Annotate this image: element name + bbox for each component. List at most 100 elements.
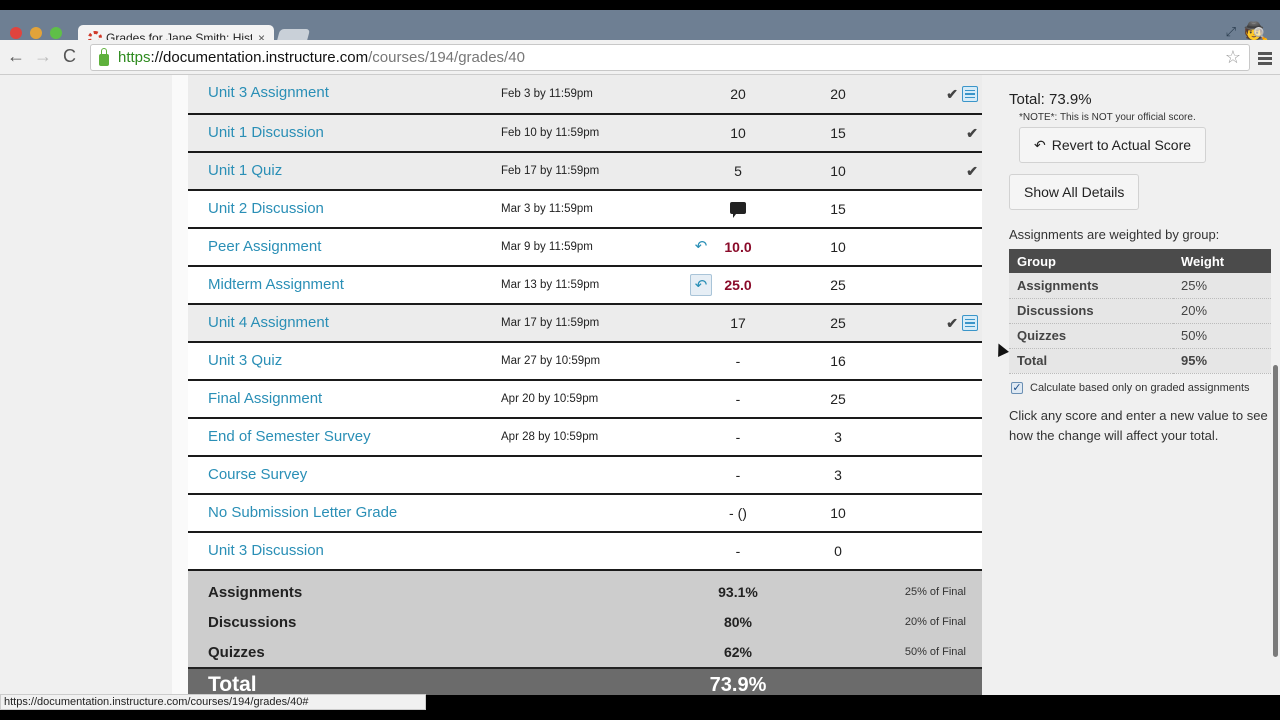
tab-strip: Grades for Jane Smith: Hist × ⤢ 🕵 xyxy=(0,10,1280,51)
grading-check-icon[interactable]: ✔ xyxy=(946,315,958,332)
close-window-button[interactable] xyxy=(10,27,22,39)
mouse-cursor xyxy=(993,341,1009,357)
score-cell[interactable]: 17 xyxy=(688,315,788,331)
assignment-row: Unit 2 Discussion Mar 3 by 11:59pm 15 xyxy=(188,191,982,229)
screen-bottom xyxy=(0,710,1280,720)
revert-icon: ↶ xyxy=(1034,136,1046,153)
grading-check-icon[interactable]: ✔ xyxy=(966,163,978,180)
back-icon[interactable]: ← xyxy=(7,46,25,67)
score-cell[interactable]: - () xyxy=(688,505,788,521)
grading-check-icon[interactable]: ✔ xyxy=(946,86,958,103)
total-label: Total xyxy=(208,673,257,695)
weight-value: 20% xyxy=(1173,298,1271,324)
weight-value: 25% xyxy=(1173,273,1271,299)
assignment-row: Unit 3 Assignment Feb 3 by 11:59pm 20 20 ✔ xyxy=(188,75,982,115)
weight-row: Discussions 20% xyxy=(1009,298,1271,324)
assignment-link[interactable]: Unit 1 Discussion xyxy=(208,124,324,141)
score-cell[interactable] xyxy=(688,201,788,218)
score-cell[interactable]: - xyxy=(688,543,788,559)
summary-group-percent: 93.1% xyxy=(718,584,758,600)
weight-row: Assignments 25% xyxy=(1009,273,1271,299)
grades-table: Unit 3 Assignment Feb 3 by 11:59pm 20 20 ✔ Un… xyxy=(188,75,982,695)
revert-button-label: Revert to Actual Score xyxy=(1051,137,1192,153)
calculate-graded-only-label: Calculate based only on graded assignmen… xyxy=(1030,381,1250,394)
points-possible: 25 xyxy=(830,277,846,293)
score-cell[interactable]: - xyxy=(688,429,788,445)
assignment-link[interactable]: Unit 1 Quiz xyxy=(208,162,282,179)
rubric-icon[interactable] xyxy=(962,315,978,331)
assignment-link[interactable]: Course Survey xyxy=(208,466,307,483)
due-date: Mar 17 by 11:59pm xyxy=(501,317,600,329)
points-possible: 3 xyxy=(834,429,842,445)
browser-toolbar: ← → C https://documentation.instructure.… xyxy=(0,40,1280,75)
address-bar[interactable]: https://documentation.instructure.com/co… xyxy=(90,44,1250,71)
what-if-sidebar: Total: 73.9% *NOTE*: This is NOT your of… xyxy=(1009,75,1271,446)
weight-total-row: Total 95% xyxy=(1009,348,1271,374)
assignment-link[interactable]: End of Semester Survey xyxy=(208,428,371,445)
points-possible: 16 xyxy=(830,353,846,369)
forward-icon[interactable]: → xyxy=(34,46,52,67)
weight-total-value: 95% xyxy=(1173,348,1271,374)
points-possible: 10 xyxy=(830,163,846,179)
weights-header-weight: Weight xyxy=(1173,249,1271,273)
due-date: Mar 27 by 10:59pm xyxy=(501,355,601,367)
score-cell[interactable]: - xyxy=(688,467,788,483)
calculate-graded-only-option[interactable]: ✓ Calculate based only on graded assignm… xyxy=(1011,381,1271,394)
url-path: /courses/194/grades/40 xyxy=(368,49,525,66)
weighted-label: Assignments are weighted by group: xyxy=(1009,227,1220,242)
score-cell[interactable]: 5 xyxy=(688,163,788,179)
grading-check-icon[interactable]: ✔ xyxy=(966,125,978,142)
assignment-row: No Submission Letter Grade - () 10 xyxy=(188,495,982,533)
due-date: Feb 10 by 11:59pm xyxy=(501,127,600,139)
assignment-link[interactable]: Unit 3 Assignment xyxy=(208,84,329,101)
assignment-link[interactable]: Unit 4 Assignment xyxy=(208,314,329,331)
sidebar-total: Total: 73.9% xyxy=(1009,91,1092,108)
rubric-icon[interactable] xyxy=(962,86,978,102)
bookmark-star-icon[interactable]: ☆ xyxy=(1225,47,1241,68)
weights-header-group: Group xyxy=(1009,249,1173,273)
scrollbar[interactable] xyxy=(1273,365,1278,657)
summary-group-name: Assignments xyxy=(208,584,303,601)
score-cell[interactable]: - xyxy=(688,353,788,369)
assignment-link[interactable]: Midterm Assignment xyxy=(208,276,344,293)
fullscreen-icon[interactable]: ⤢ xyxy=(1226,24,1236,40)
score-cell[interactable]: 10 xyxy=(688,125,788,141)
summary-row: Quizzes 62% 50% of Final xyxy=(188,637,982,667)
minimize-window-button[interactable] xyxy=(30,27,42,39)
lock-icon xyxy=(99,47,109,66)
calculate-graded-only-checkbox[interactable]: ✓ xyxy=(1011,381,1023,394)
assignment-row: Peer Assignment Mar 9 by 11:59pm ↶ 10.0 10 xyxy=(188,229,982,267)
points-possible: 0 xyxy=(834,543,842,559)
zoom-window-button[interactable] xyxy=(50,27,62,39)
assignment-row: Unit 1 Discussion Feb 10 by 11:59pm 10 15 ✔ xyxy=(188,115,982,153)
summary-group-weight: 25% of Final xyxy=(904,586,966,598)
assignment-link[interactable]: Peer Assignment xyxy=(208,238,321,255)
weight-group: Assignments xyxy=(1009,273,1173,299)
score-cell[interactable]: - xyxy=(688,391,788,407)
reload-icon[interactable]: C xyxy=(63,46,76,67)
assignment-row: Unit 4 Assignment Mar 17 by 11:59pm 17 25 ✔ xyxy=(188,305,982,343)
weight-value: 50% xyxy=(1173,323,1271,349)
points-possible: 25 xyxy=(830,391,846,407)
due-date: Mar 3 by 11:59pm xyxy=(501,203,593,215)
score-cell[interactable]: 20 xyxy=(688,86,788,102)
assignment-link[interactable]: No Submission Letter Grade xyxy=(208,504,397,521)
assignment-row: Unit 3 Discussion - 0 xyxy=(188,533,982,571)
assignment-link[interactable]: Unit 3 Discussion xyxy=(208,542,324,559)
summary-group-weight: 20% of Final xyxy=(904,616,966,628)
assignment-row: Unit 1 Quiz Feb 17 by 11:59pm 5 10 ✔ xyxy=(188,153,982,191)
assignment-row: End of Semester Survey Apr 28 by 10:59pm -… xyxy=(188,419,982,457)
gutter xyxy=(172,75,188,695)
show-all-details-button[interactable]: Show All Details xyxy=(1009,174,1140,210)
assignment-link[interactable]: Unit 2 Discussion xyxy=(208,200,324,217)
page-content: Unit 3 Assignment Feb 3 by 11:59pm 20 20 ✔ Un… xyxy=(0,75,1280,695)
assignment-link[interactable]: Final Assignment xyxy=(208,390,322,407)
due-date: Mar 9 by 11:59pm xyxy=(501,241,593,253)
score-cell[interactable]: 10.0 xyxy=(688,239,788,255)
score-cell[interactable]: 25.0 xyxy=(688,277,788,293)
total-percent: 73.9% xyxy=(709,674,767,695)
revert-to-actual-score-button[interactable]: ↶ Revert to Actual Score xyxy=(1019,127,1207,163)
menu-icon[interactable] xyxy=(1258,52,1272,66)
assignment-link[interactable]: Unit 3 Quiz xyxy=(208,352,282,369)
summary-group-percent: 80% xyxy=(723,614,753,630)
